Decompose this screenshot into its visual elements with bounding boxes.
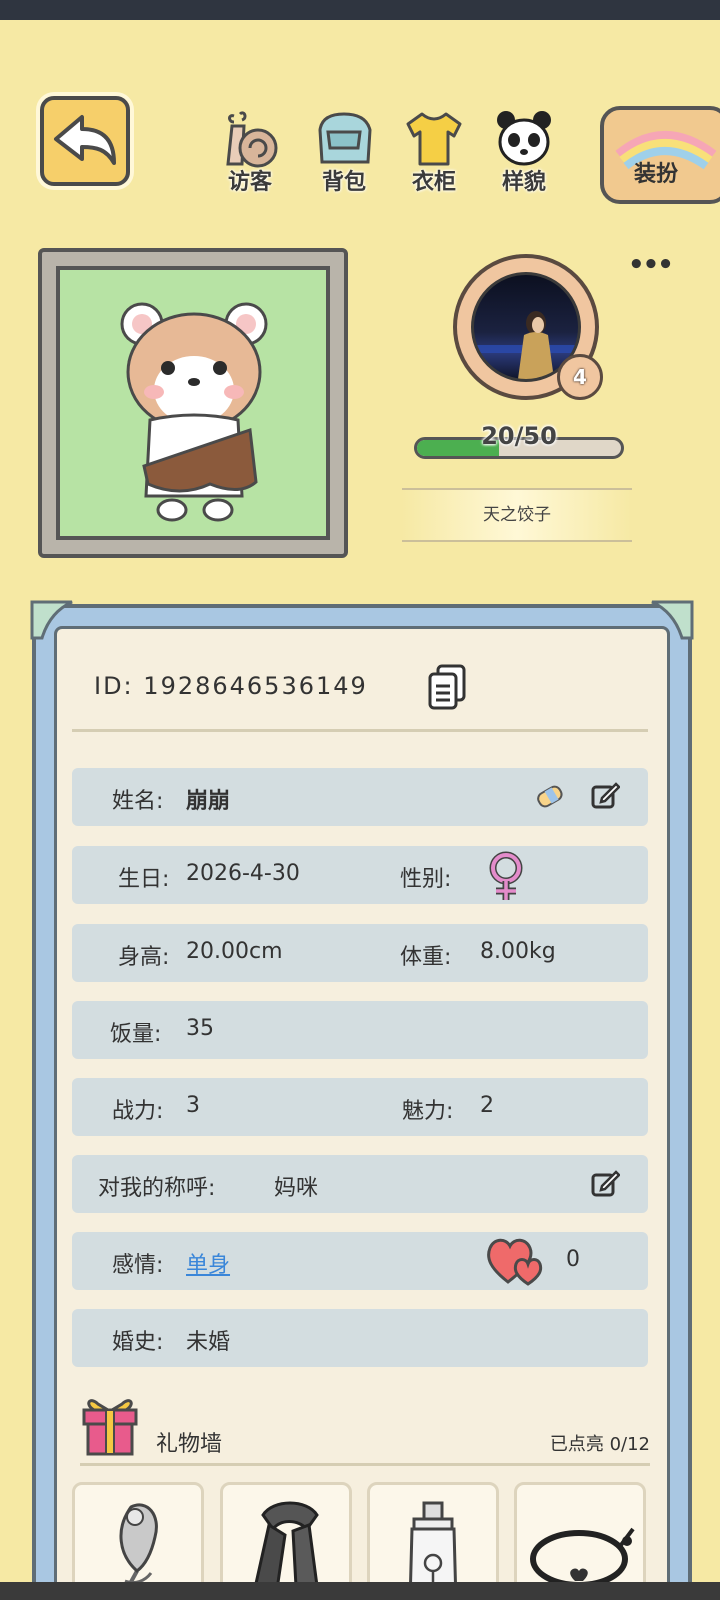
- appetite-row: 饭量: 35: [72, 1001, 648, 1059]
- marriage-label: 婚史:: [112, 1330, 164, 1355]
- relationship-link[interactable]: 单身: [186, 1247, 230, 1279]
- weight-value: 8.00kg: [480, 939, 556, 964]
- back-arrow-icon: [54, 115, 116, 165]
- female-symbol-icon: [489, 851, 523, 900]
- relationship-label: 感情:: [112, 1253, 164, 1278]
- hearts-count: 0: [566, 1247, 580, 1272]
- tshirt-icon: [406, 112, 462, 166]
- status-bar: [0, 0, 720, 20]
- gift-wall-title: 礼物墙: [156, 1432, 223, 1457]
- relationship-row: 感情: 单身 0: [72, 1232, 648, 1290]
- name-label: 姓名:: [112, 789, 164, 814]
- nav-backpack[interactable]: 背包: [304, 108, 384, 198]
- nav-visitors-label: 访客: [227, 170, 272, 195]
- pet-portrait-frame: [38, 248, 348, 558]
- appetite-label: 饭量:: [110, 1022, 162, 1047]
- edit-name-icon[interactable]: [590, 780, 620, 810]
- eraser-icon[interactable]: [534, 782, 564, 812]
- name-row: 姓名: 崩崩: [72, 768, 648, 826]
- nav-appearance-label: 样貌: [501, 170, 546, 195]
- snail-icon: [226, 111, 278, 168]
- nav-wardrobe[interactable]: 衣柜: [394, 108, 474, 198]
- nav-backpack-label: 背包: [321, 170, 366, 195]
- combat-value: 3: [186, 1093, 200, 1118]
- gender-label: 性别:: [400, 867, 452, 892]
- weight-label: 体重:: [400, 945, 452, 970]
- gift-lit-count: 0/12: [609, 1434, 650, 1455]
- address-label: 对我的称呼:: [98, 1176, 216, 1201]
- edit-address-icon[interactable]: [590, 1168, 620, 1198]
- gift-box-icon: [82, 1399, 138, 1456]
- dress-up-button[interactable]: 装扮: [600, 106, 720, 204]
- marriage-value: 未婚: [186, 1330, 231, 1355]
- panda-face-icon: [497, 111, 551, 166]
- back-button[interactable]: [40, 96, 130, 186]
- id-value: 1928646536149: [143, 672, 368, 700]
- nav-appearance[interactable]: 样貌: [484, 108, 564, 198]
- birthday-label: 生日:: [118, 867, 170, 892]
- charm-value: 2: [480, 1093, 494, 1118]
- level-badge: 4: [557, 354, 603, 400]
- combat-label: 战力:: [112, 1099, 164, 1124]
- backpack-icon: [318, 112, 372, 164]
- address-value: 妈咪: [274, 1176, 319, 1201]
- gift-lit-label: 已点亮: [549, 1434, 604, 1455]
- nav-visitors[interactable]: 访客: [210, 108, 290, 198]
- dress-up-label: 装扮: [634, 162, 679, 187]
- bottom-edge: [0, 1582, 720, 1600]
- marriage-row: 婚史: 未婚: [72, 1309, 648, 1367]
- combat-charm-row: 战力: 3 魅力: 2: [72, 1078, 648, 1136]
- id-label: ID:: [94, 672, 134, 700]
- hearts-icon[interactable]: [484, 1234, 550, 1288]
- height-label: 身高:: [118, 945, 170, 970]
- id-row: ID: 1928646536149: [72, 656, 648, 732]
- birthday-gender-row: 生日: 2026-4-30 性别:: [72, 846, 648, 904]
- owner-avatar[interactable]: 4: [453, 254, 603, 400]
- appetite-value: 35: [186, 1016, 214, 1041]
- gift-wall-progress: 已点亮 0/12: [550, 1430, 650, 1456]
- charm-label: 魅力:: [402, 1099, 454, 1124]
- gift-wall-header: 礼物墙 已点亮 0/12: [80, 1394, 650, 1466]
- experience-text: 20/50: [481, 422, 557, 450]
- owner-name: 天之饺子: [402, 488, 632, 542]
- name-value: 崩崩: [186, 789, 231, 814]
- more-options-icon[interactable]: •••: [628, 250, 674, 280]
- hamster-pet-illustration[interactable]: [60, 270, 326, 536]
- birthday-value: 2026-4-30: [186, 861, 300, 886]
- copy-icon[interactable]: [428, 664, 468, 712]
- address-row: 对我的称呼: 妈咪: [72, 1155, 648, 1213]
- nav-wardrobe-label: 衣柜: [411, 170, 456, 195]
- height-weight-row: 身高: 20.00cm 体重: 8.00kg: [72, 924, 648, 982]
- height-value: 20.00cm: [186, 939, 283, 964]
